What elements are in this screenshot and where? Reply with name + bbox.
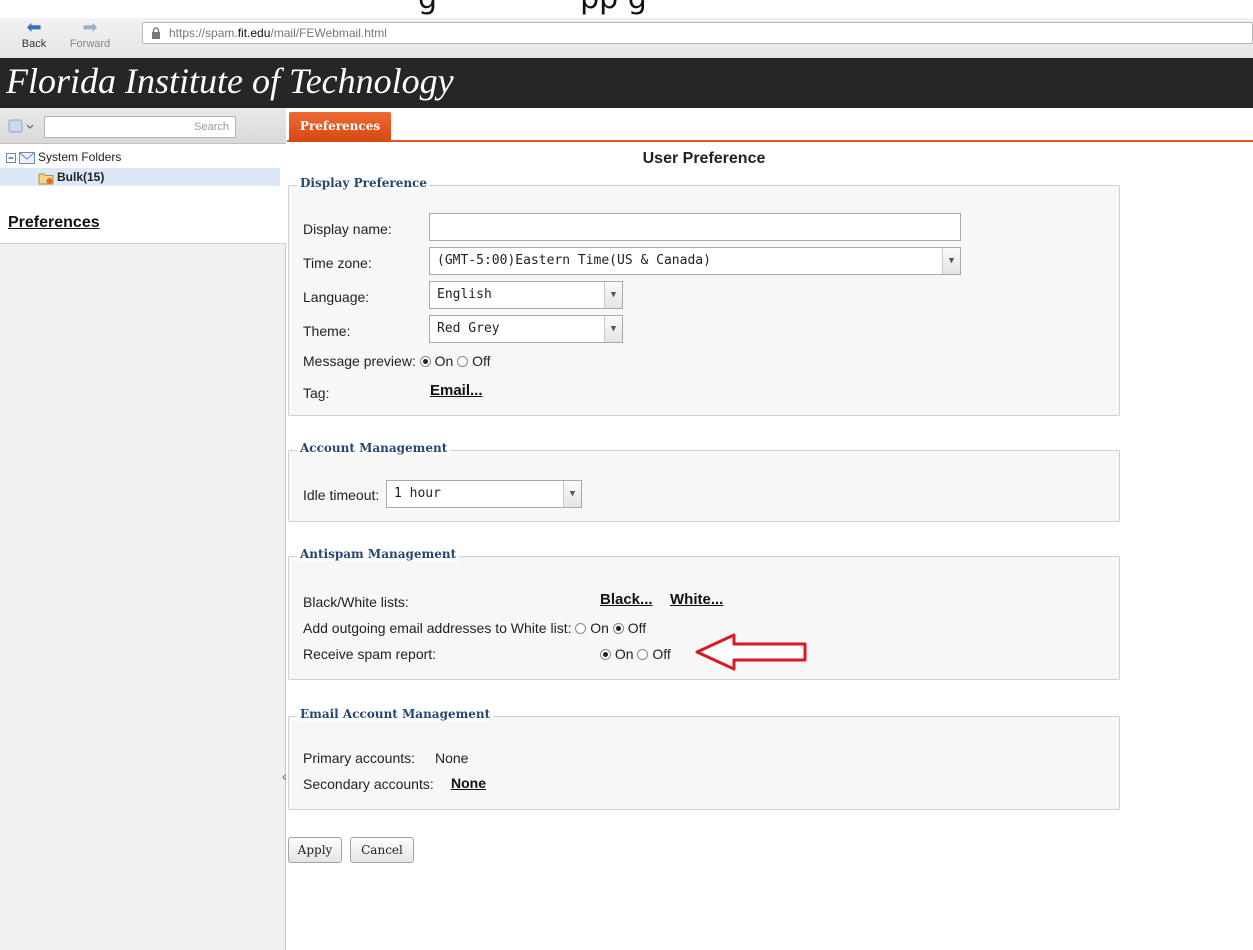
idle-timeout-label: Idle timeout: [303, 487, 380, 503]
preview-on-label: On [434, 353, 454, 369]
add-outgoing-label: Add outgoing email addresses to White li… [303, 620, 572, 636]
main-content: User Preference Display Preference Displ… [287, 144, 1253, 950]
annotation-arrow-icon [695, 633, 807, 671]
back-label: Back [21, 38, 47, 50]
time-zone-label: Time zone: [303, 255, 372, 271]
section-legend: Email Account Management [297, 707, 494, 721]
outgoing-on-label: On [590, 620, 609, 636]
report-off-radio[interactable] [637, 649, 649, 660]
preview-off-radio[interactable] [457, 356, 469, 367]
app-title: Florida Institute of Technology [6, 61, 454, 101]
spam-report-label: Receive spam report: [303, 646, 437, 662]
app-header: Florida Institute of Technology [0, 58, 1253, 108]
forward-arrow-icon: ➡ [82, 17, 98, 37]
browser-toolbar: g pp g ⬅ Back ➡ Forward https://spam.fit… [0, 0, 1253, 58]
language-value: English [437, 287, 492, 302]
back-arrow-icon: ⬅ [26, 17, 42, 37]
secondary-accounts-link[interactable]: None [451, 774, 486, 792]
language-label: Language: [303, 289, 370, 305]
chevron-down-icon: ▼ [563, 481, 581, 507]
time-zone-value: (GMT-5:00)Eastern Time(US & Canada) [437, 253, 711, 268]
url-prefix: https://spam. [169, 26, 238, 40]
tree-item-label: System Folders [38, 150, 122, 164]
report-on-label: On [614, 646, 634, 662]
outgoing-off-radio[interactable] [612, 623, 624, 634]
email-account-management-section: Email Account Management Primary account… [288, 707, 1120, 810]
cropped-header-text: g pp g [418, 0, 647, 16]
account-management-section: Account Management Idle timeout: 1 hour … [288, 441, 1120, 522]
chevron-down-icon: ▼ [604, 316, 622, 342]
display-preference-section: Display Preference Display name: Time zo… [288, 176, 1120, 416]
idle-timeout-select[interactable]: 1 hour ▼ [386, 480, 582, 508]
page-title: User Preference [642, 150, 766, 167]
language-select[interactable]: English ▼ [429, 281, 623, 309]
report-off-label: Off [652, 646, 671, 662]
search-input[interactable]: Search [44, 116, 236, 138]
section-legend: Antispam Management [297, 547, 460, 561]
add-outgoing-row: Add outgoing email addresses to White li… [303, 619, 646, 637]
tag-email-link[interactable]: Email... [430, 382, 483, 400]
primary-accounts-value: None [435, 750, 469, 766]
tag-label: Tag: [303, 385, 330, 401]
collapse-icon[interactable] [6, 152, 16, 163]
outgoing-on-radio[interactable] [575, 623, 587, 634]
cropped-header-strip: g pp g [0, 0, 1253, 18]
chevron-down-icon: ▼ [604, 282, 622, 308]
report-on-radio[interactable] [600, 649, 611, 660]
lock-icon [152, 27, 160, 39]
preview-off-label: Off [472, 353, 491, 369]
tab-preferences[interactable]: Preferences [289, 112, 391, 142]
tree-item-bulk[interactable]: Bulk(15) [0, 168, 280, 186]
section-legend: Account Management [297, 441, 451, 455]
address-bar[interactable]: https://spam.fit.edu/mail/FEWebmail.html [142, 22, 1253, 44]
black-white-lists-label: Black/White lists: [303, 594, 409, 610]
primary-accounts-label: Primary accounts: [303, 750, 416, 766]
chevron-down-icon: ▼ [942, 248, 960, 274]
sidebar-preferences-link[interactable]: Preferences [8, 214, 100, 232]
message-preview-row: Message preview: On Off [303, 352, 491, 370]
apply-button[interactable]: Apply [288, 837, 342, 863]
black-list-link[interactable]: Black... [600, 591, 653, 609]
sidebar-search-row: Search [0, 108, 286, 144]
message-preview-label: Message preview: [303, 353, 416, 369]
url-path: /mail/FEWebmail.html [270, 26, 387, 40]
spam-report-options: On Off [600, 645, 671, 663]
theme-label: Theme: [303, 323, 351, 339]
theme-select[interactable]: Red Grey ▼ [429, 315, 623, 343]
display-name-field[interactable] [429, 213, 961, 241]
envelope-icon [19, 151, 35, 164]
tree-item-label: Bulk(15) [57, 170, 105, 184]
url-domain: fit.edu [237, 26, 271, 40]
search-scope-icon[interactable] [8, 118, 36, 134]
white-list-link[interactable]: White... [670, 591, 723, 609]
display-name-label: Display name: [303, 221, 392, 237]
tree-item-system-folders[interactable]: System Folders [6, 148, 276, 166]
bulk-folder-icon [38, 173, 54, 185]
tab-strip: Preferences [287, 108, 1253, 142]
section-legend: Display Preference [297, 176, 430, 190]
back-button[interactable]: ⬅ Back [8, 18, 60, 54]
outgoing-off-label: Off [627, 620, 647, 636]
theme-value: Red Grey [437, 321, 500, 336]
forward-button[interactable]: ➡ Forward [64, 18, 116, 54]
idle-timeout-value: 1 hour [394, 486, 441, 501]
forward-label: Forward [69, 38, 111, 50]
time-zone-select[interactable]: (GMT-5:00)Eastern Time(US & Canada) ▼ [429, 247, 961, 275]
sidebar: Search System Folders Bulk(15) Preferenc… [0, 108, 286, 950]
cancel-button[interactable]: Cancel [350, 837, 414, 863]
preview-on-radio[interactable] [419, 356, 431, 367]
secondary-accounts-label: Secondary accounts: [303, 776, 434, 792]
